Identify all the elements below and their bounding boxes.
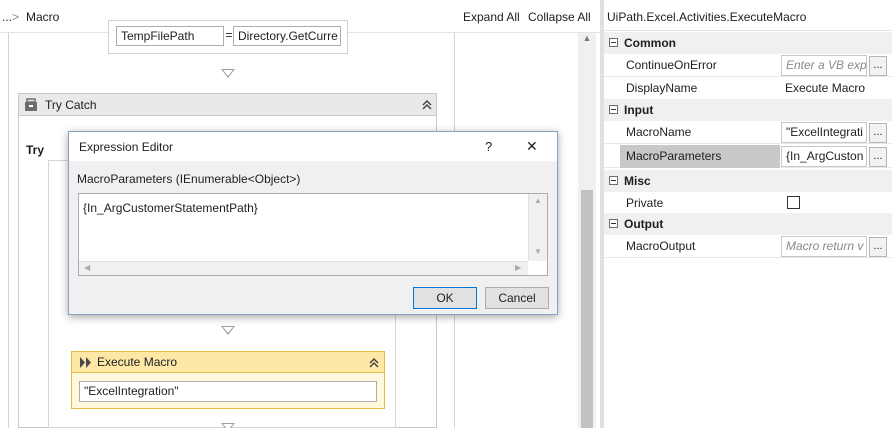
property-name: DisplayName <box>626 81 698 95</box>
dialog-title: Expression Editor <box>79 140 174 154</box>
property-row-continueonerror[interactable]: ContinueOnError Enter a VB exp ... <box>604 54 892 77</box>
assign-left-field[interactable]: TempFilePath <box>116 26 224 46</box>
property-row-macroname[interactable]: MacroName "ExcelIntegrati ... <box>604 121 892 144</box>
expression-textbox[interactable]: {In_ArgCustomerStatementPath} ▲ ▼ ◀ ▶ <box>78 193 548 276</box>
collapse-chevron-icon[interactable] <box>368 357 380 369</box>
category-label: Output <box>624 217 664 231</box>
ellipsis-button[interactable]: ... <box>869 56 887 76</box>
help-icon[interactable]: ? <box>485 139 492 154</box>
divider <box>604 30 892 31</box>
scroll-up-icon[interactable]: ▲ <box>534 196 542 205</box>
flow-arrow-icon <box>221 69 235 78</box>
flow-arrow-icon <box>221 423 235 428</box>
ok-button[interactable]: OK <box>413 287 477 309</box>
category-common[interactable]: Common <box>604 32 892 54</box>
expression-prompt: MacroParameters (IEnumerable<Object>) <box>77 172 301 186</box>
canvas-border <box>8 33 9 428</box>
property-name: MacroParameters <box>626 149 722 163</box>
property-name: MacroName <box>626 125 692 139</box>
trycatch-header[interactable]: Try Catch <box>18 93 437 116</box>
category-input[interactable]: Input <box>604 99 892 121</box>
property-name: Private <box>626 196 664 210</box>
flow-arrow-icon <box>221 326 235 335</box>
property-name: MacroOutput <box>626 239 696 253</box>
collapse-all-button[interactable]: Collapse All <box>528 10 591 24</box>
expression-vscroll[interactable]: ▲ ▼ <box>528 194 547 261</box>
property-name: ContinueOnError <box>626 58 717 72</box>
execute-macro-header[interactable]: Execute Macro <box>71 351 385 373</box>
collapse-icon[interactable] <box>609 176 618 185</box>
breadcrumb-separator: > <box>12 10 20 24</box>
trycatch-title: Try Catch <box>45 98 97 112</box>
ellipsis-button[interactable]: ... <box>869 147 887 167</box>
dialog-title-bar[interactable]: Expression Editor ? ✕ <box>68 131 558 161</box>
macroparameters-input[interactable]: {In_ArgCuston <box>781 146 867 167</box>
cancel-button[interactable]: Cancel <box>485 287 549 309</box>
breadcrumb-current[interactable]: Macro <box>26 10 59 24</box>
collapse-icon[interactable] <box>609 219 618 228</box>
collapse-icon[interactable] <box>609 38 618 47</box>
category-output[interactable]: Output <box>604 213 892 235</box>
private-checkbox[interactable] <box>787 196 800 209</box>
macrooutput-input[interactable]: Macro return v <box>781 236 867 257</box>
scrollbar-thumb[interactable] <box>581 190 593 428</box>
property-row-private[interactable]: Private <box>604 192 892 215</box>
category-misc[interactable]: Misc <box>604 170 892 192</box>
assign-right-field[interactable]: Directory.GetCurre <box>233 26 341 46</box>
category-label: Misc <box>624 174 651 188</box>
properties-title: UiPath.Excel.Activities.ExecuteMacro <box>607 10 807 24</box>
macro-icon <box>80 357 91 368</box>
macroname-input[interactable]: "ExcelIntegrati <box>781 122 867 143</box>
execute-macro-title: Execute Macro <box>97 355 178 369</box>
scroll-up-icon[interactable]: ▲ <box>578 33 596 47</box>
properties-panel: UiPath.Excel.Activities.ExecuteMacro Com… <box>600 0 892 428</box>
property-row-macroparameters[interactable]: MacroParameters {In_ArgCuston ... <box>604 145 892 168</box>
displayname-input[interactable]: Execute Macro <box>785 77 865 100</box>
property-row-macrooutput[interactable]: MacroOutput Macro return v ... <box>604 235 892 258</box>
trycatch-icon <box>25 98 37 111</box>
category-label: Input <box>624 103 654 117</box>
continueonerror-input[interactable]: Enter a VB exp <box>781 55 867 76</box>
breadcrumb-prefix[interactable]: ... <box>2 10 12 24</box>
close-icon[interactable]: ✕ <box>526 138 538 155</box>
property-row-displayname[interactable]: DisplayName Execute Macro <box>604 77 892 100</box>
expression-hscroll[interactable]: ◀ ▶ <box>79 261 528 275</box>
try-label: Try <box>26 143 45 157</box>
collapse-chevron-icon[interactable] <box>421 99 433 111</box>
collapse-icon[interactable] <box>609 105 618 114</box>
expand-all-button[interactable]: Expand All <box>463 10 520 24</box>
scroll-right-icon[interactable]: ▶ <box>515 263 521 272</box>
ellipsis-button[interactable]: ... <box>869 237 887 257</box>
ellipsis-button[interactable]: ... <box>869 123 887 143</box>
category-label: Common <box>624 36 676 50</box>
macro-name-field[interactable]: "ExcelIntegration" <box>79 381 377 402</box>
scroll-left-icon[interactable]: ◀ <box>84 263 90 272</box>
expression-text[interactable]: {In_ArgCustomerStatementPath} <box>83 201 258 215</box>
scroll-down-icon[interactable]: ▼ <box>534 247 542 256</box>
